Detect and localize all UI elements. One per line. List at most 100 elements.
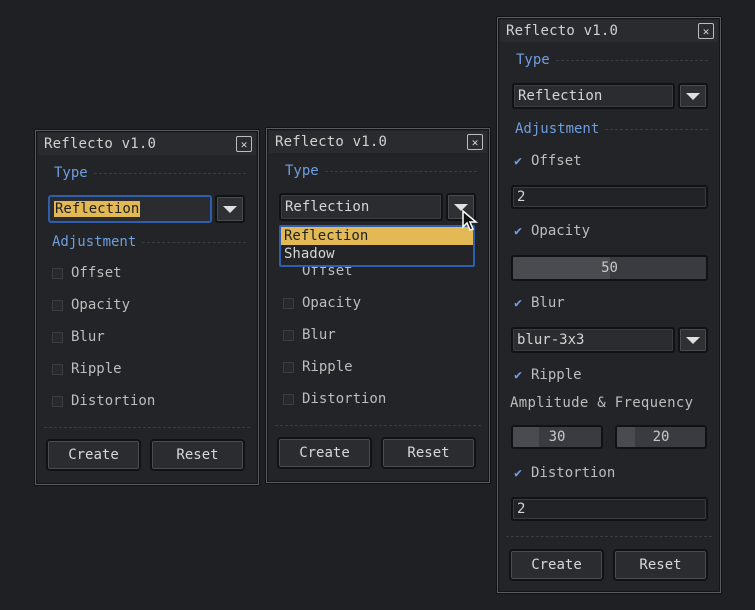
opacity-checkbox[interactable]: Opacity [52, 297, 130, 313]
type-dropdown-list: Reflection Shadow [279, 225, 475, 267]
checkbox-label: Distortion [531, 465, 616, 481]
window-title: Reflecto v1.0 [506, 23, 619, 39]
checkbox-label: Ripple [302, 359, 353, 375]
checkbox-icon[interactable] [52, 299, 63, 311]
close-icon[interactable]: ✕ [467, 134, 483, 150]
slider-value: 30 [548, 429, 566, 445]
amplitude-frequency-label: Amplitude & Frequency [510, 395, 694, 411]
adjustment-label: Adjustment [52, 234, 137, 250]
offset-checkbox[interactable]: Offset [52, 265, 122, 281]
distortion-checkbox[interactable]: Distortion [52, 393, 155, 409]
title-bar[interactable]: Reflecto v1.0 ✕ [500, 20, 718, 42]
checkbox-label: Offset [531, 153, 582, 169]
offset-checkbox[interactable]: Offset [283, 267, 353, 279]
checkbox-icon[interactable] [283, 297, 294, 309]
type-section-header: Type [36, 165, 258, 181]
checkbox-label: Offset [71, 265, 122, 281]
checkbox-label: Ripple [71, 361, 122, 377]
reset-button[interactable]: Reset [150, 439, 245, 471]
create-button[interactable]: Create [509, 549, 604, 581]
slider-value: 50 [601, 260, 618, 276]
type-section-header: Type [498, 52, 720, 68]
checkmark-icon[interactable]: ✔ [513, 466, 523, 481]
checkmark-icon[interactable]: ✔ [513, 368, 523, 383]
blur-checkbox[interactable]: ✔ Blur [513, 295, 565, 311]
blur-combobox[interactable]: blur-3x3 [511, 327, 708, 353]
checkbox-label: Blur [531, 295, 565, 311]
chevron-down-icon[interactable] [678, 327, 708, 353]
checkbox-label: Opacity [531, 223, 591, 239]
checkbox-label: Offset [302, 267, 353, 279]
checkbox-icon[interactable] [52, 395, 63, 407]
checkbox-icon[interactable] [52, 267, 63, 279]
type-label: Type [516, 52, 550, 68]
window-title: Reflecto v1.0 [44, 136, 157, 152]
window-reflecto-2: Reflecto v1.0 ✕ Type Reflection Reflecti… [266, 128, 490, 483]
type-label: Type [54, 165, 88, 181]
window-reflecto-3: Reflecto v1.0 ✕ Type Reflection Adjustme… [497, 17, 721, 593]
reset-button[interactable]: Reset [613, 549, 708, 581]
checkbox-icon[interactable] [283, 393, 294, 405]
create-button[interactable]: Create [46, 439, 141, 471]
checkmark-icon[interactable]: ✔ [513, 296, 523, 311]
amplitude-slider[interactable]: 30 [511, 425, 603, 449]
adjustment-section-header: Adjustment [36, 234, 258, 250]
checkbox-label: Ripple [531, 367, 582, 383]
checkbox-label: Opacity [71, 297, 131, 313]
checkmark-icon[interactable]: ✔ [513, 154, 523, 169]
type-field[interactable]: Reflection [48, 195, 212, 223]
divider [44, 427, 250, 428]
checkbox-icon[interactable] [52, 363, 63, 375]
adjustment-section-header: Adjustment [498, 121, 720, 137]
slider-fill [513, 257, 610, 279]
checkbox-label: Distortion [71, 393, 156, 409]
dropdown-option-shadow[interactable]: Shadow [281, 245, 473, 263]
slider-fill [513, 427, 540, 447]
chevron-down-icon[interactable] [678, 83, 708, 109]
type-section-header: Type [267, 163, 489, 179]
chevron-down-icon[interactable] [215, 195, 245, 223]
opacity-checkbox[interactable]: ✔ Opacity [513, 223, 590, 239]
blur-checkbox[interactable]: Blur [52, 329, 105, 345]
title-bar[interactable]: Reflecto v1.0 ✕ [38, 133, 256, 155]
ripple-checkbox[interactable]: Ripple [52, 361, 122, 377]
checkbox-label: Blur [302, 327, 336, 343]
type-field[interactable]: Reflection [512, 83, 675, 109]
checkbox-icon[interactable] [52, 331, 63, 343]
adjustment-label: Adjustment [515, 121, 600, 137]
checkmark-icon[interactable]: ✔ [513, 224, 523, 239]
window-title: Reflecto v1.0 [275, 134, 388, 150]
type-combobox[interactable]: Reflection [48, 195, 245, 223]
slider-fill [617, 427, 635, 447]
checkbox-icon[interactable] [283, 361, 294, 373]
offset-input[interactable]: 2 [511, 185, 708, 209]
opacity-slider[interactable]: 50 [511, 255, 708, 281]
close-icon[interactable]: ✕ [698, 23, 714, 39]
ripple-checkbox[interactable]: Ripple [283, 359, 353, 375]
divider [275, 425, 481, 426]
type-label: Type [285, 163, 319, 179]
slider-value: 20 [652, 429, 670, 445]
divider [506, 536, 712, 537]
title-bar[interactable]: Reflecto v1.0 ✕ [269, 131, 487, 153]
checkbox-icon[interactable] [283, 329, 294, 341]
type-field[interactable]: Reflection [279, 193, 443, 221]
reset-button[interactable]: Reset [381, 437, 476, 469]
distortion-checkbox[interactable]: ✔ Distortion [513, 465, 615, 481]
close-icon[interactable]: ✕ [236, 136, 252, 152]
distortion-input[interactable]: 2 [511, 497, 708, 521]
window-reflecto-1: Reflecto v1.0 ✕ Type Reflection Adjustme… [35, 130, 259, 485]
dropdown-option-reflection[interactable]: Reflection [281, 227, 473, 245]
offset-checkbox[interactable]: ✔ Offset [513, 153, 582, 169]
type-combobox[interactable]: Reflection [512, 83, 708, 109]
ripple-checkbox[interactable]: ✔ Ripple [513, 367, 582, 383]
create-button[interactable]: Create [277, 437, 372, 469]
mouse-cursor-icon [462, 209, 479, 231]
blur-field[interactable]: blur-3x3 [511, 327, 675, 353]
checkbox-label: Distortion [302, 391, 387, 407]
distortion-checkbox[interactable]: Distortion [283, 391, 386, 407]
type-combobox[interactable]: Reflection [279, 193, 476, 221]
blur-checkbox[interactable]: Blur [283, 327, 336, 343]
frequency-slider[interactable]: 20 [615, 425, 707, 449]
opacity-checkbox[interactable]: Opacity [283, 295, 361, 311]
